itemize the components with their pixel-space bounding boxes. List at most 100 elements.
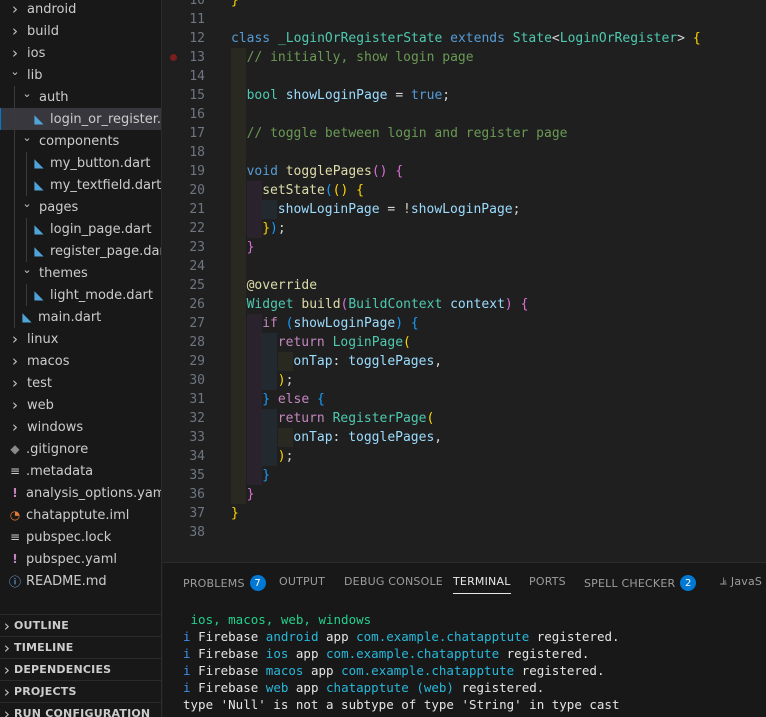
tree-item-web[interactable]: › web [0, 394, 161, 416]
line-number: 30 [189, 373, 205, 388]
tab-debug-console[interactable]: DEBUG CONSOLE [344, 575, 443, 588]
line-number: 32 [189, 411, 205, 426]
terminal-line: i Firebase android app com.example.chata… [183, 629, 620, 644]
tree-item-chatapptute-iml[interactable]: ◔ chatapptute.iml [0, 504, 161, 526]
section-projects[interactable]: › PROJECTS [0, 680, 161, 702]
yaml-file-icon: ! [12, 552, 18, 566]
tree-item-label: my_button.dart [50, 155, 151, 171]
indent-guide [231, 200, 246, 219]
tree-item-login-page-dart[interactable]: ◣ login_page.dart [0, 218, 161, 240]
text-file-icon: ≡ [9, 530, 21, 544]
tab-spell-checker[interactable]: SPELL CHECKER 2 [584, 575, 697, 591]
tree-item-my-button-dart[interactable]: ◣ my_button.dart [0, 152, 161, 174]
terminal-line: i Firebase macos app com.example.chatapp… [183, 663, 605, 678]
tree-item-my-textfield-dart[interactable]: ◣ my_textfield.dart [0, 174, 161, 196]
code-line: 20 setState(() { [163, 181, 766, 200]
indent-guide [231, 48, 246, 67]
chevron-right-icon: › [3, 704, 11, 717]
code-line: 15 bool showLoginPage = true; [163, 86, 766, 105]
dart-file-icon: ◣ [34, 222, 44, 236]
indent-guide [262, 447, 278, 466]
code-line: 11 [163, 10, 766, 29]
line-number: 11 [189, 12, 205, 27]
tree-item-auth[interactable]: ⌄ auth [0, 86, 161, 108]
indent-guide [231, 485, 246, 504]
tab-label: OUTPUT [279, 575, 326, 588]
tree-item-themes[interactable]: ⌄ themes [0, 262, 161, 284]
code-text: } [246, 240, 255, 255]
section-outline[interactable]: › OUTLINE [0, 614, 161, 636]
tree-item-windows[interactable]: › windows [0, 416, 161, 438]
tree-item-test[interactable]: › test [0, 372, 161, 394]
tree-item-label: web [27, 397, 54, 413]
chevron-down-icon: ⌄ [10, 64, 20, 78]
section-dependencies[interactable]: › DEPENDENCIES [0, 658, 161, 680]
chevron-right-icon: › [12, 374, 18, 392]
line-number: 38 [189, 525, 205, 540]
terminal-line: type 'Null' is not a subtype of type 'St… [183, 697, 620, 712]
tree-item-label: light_mode.dart [50, 287, 153, 303]
tree-item-components[interactable]: ⌄ components [0, 130, 161, 152]
tree-item-register-page-dart[interactable]: ◣ register_page.dart [0, 240, 161, 262]
section-timeline[interactable]: › TIMELINE [0, 636, 161, 658]
chevron-down-icon: ⌄ [22, 196, 32, 210]
tree-item-light-mode-dart[interactable]: ◣ light_mode.dart [0, 284, 161, 306]
tree-item-build[interactable]: › build [0, 20, 161, 42]
tree-item-analysis-options-yaml[interactable]: ! analysis_options.yaml [0, 482, 161, 504]
indent-guide [14, 130, 15, 152]
chevron-right-icon: › [12, 396, 18, 414]
tree-item-linux[interactable]: › linux [0, 328, 161, 350]
tree-item--gitignore[interactable]: ◆ .gitignore [0, 438, 161, 460]
tree-item-label: .gitignore [26, 441, 89, 457]
tree-item-macos[interactable]: › macos [0, 350, 161, 372]
tab-ports[interactable]: PORTS [529, 575, 566, 588]
tree-item-readme-md[interactable]: ⓘ README.md [0, 570, 161, 592]
line-number: 25 [189, 278, 205, 293]
tree-item-label: themes [39, 265, 88, 281]
section-run-configuration[interactable]: › RUN CONFIGURATION [0, 702, 161, 717]
tree-item-main-dart[interactable]: ◣ main.dart [0, 306, 161, 328]
tree-item--metadata[interactable]: ≡ .metadata [0, 460, 161, 482]
code-editor[interactable]: 10} 11 12 class _LoginOrRegisterState exten… [163, 0, 766, 562]
indent-guide [231, 428, 246, 447]
chevron-down-icon: ⌄ [22, 130, 32, 144]
tree-item-lib[interactable]: ⌄ lib [0, 64, 161, 86]
tree-item-label: windows [27, 419, 84, 435]
indent-guide [246, 371, 262, 390]
tree-item-pages[interactable]: ⌄ pages [0, 196, 161, 218]
indent-guide [277, 352, 293, 371]
code-text: }); [262, 221, 286, 236]
code-text: void togglePages() { [246, 164, 404, 179]
tab-output[interactable]: OUTPUT [279, 575, 325, 588]
code-line: 27 if (showLoginPage) { [163, 314, 766, 333]
indent-guide [262, 409, 278, 428]
indent-guide [231, 162, 246, 181]
code-line: 24 [163, 257, 766, 276]
rss-file-icon: ◔ [9, 508, 21, 522]
code-line: 31} else { [163, 390, 766, 409]
indent-guide [262, 200, 278, 219]
count-badge: 2 [680, 575, 697, 591]
code-line: 17 // toggle between login and register p… [163, 124, 766, 143]
section-title: PROJECTS [14, 685, 77, 698]
line-number: 24 [189, 259, 205, 274]
tree-item-android[interactable]: › android [0, 0, 161, 20]
code-line: 36} [163, 485, 766, 504]
tree-item-ios[interactable]: › ios [0, 42, 161, 64]
tree-item-pubspec-lock[interactable]: ≡ pubspec.lock [0, 526, 161, 548]
code-line: 26 Widget build(BuildContext context) { [163, 295, 766, 314]
tree-item-pubspec-yaml[interactable]: ! pubspec.yaml [0, 548, 161, 570]
tab-terminal[interactable]: TERMINAL [453, 575, 511, 594]
line-number: 28 [189, 335, 205, 350]
tree-item-login-or-register-d-[interactable]: ◣ login_or_register.d... [0, 108, 161, 130]
tab-problems[interactable]: PROBLEMS 7 [183, 575, 266, 591]
tab-javas[interactable]: ⫡ JavaS [720, 575, 762, 588]
tab-label: DEBUG CONSOLE [344, 575, 443, 588]
code-text: } [246, 487, 255, 502]
chevron-right-icon: › [3, 616, 11, 635]
terminal-output[interactable]: ios, macos, web, windows i Firebase andro… [183, 611, 620, 713]
code-line: 38 [163, 523, 766, 542]
indent-guide [14, 306, 15, 328]
code-text: onTap: togglePages, [293, 354, 443, 369]
line-number: 18 [189, 145, 205, 160]
